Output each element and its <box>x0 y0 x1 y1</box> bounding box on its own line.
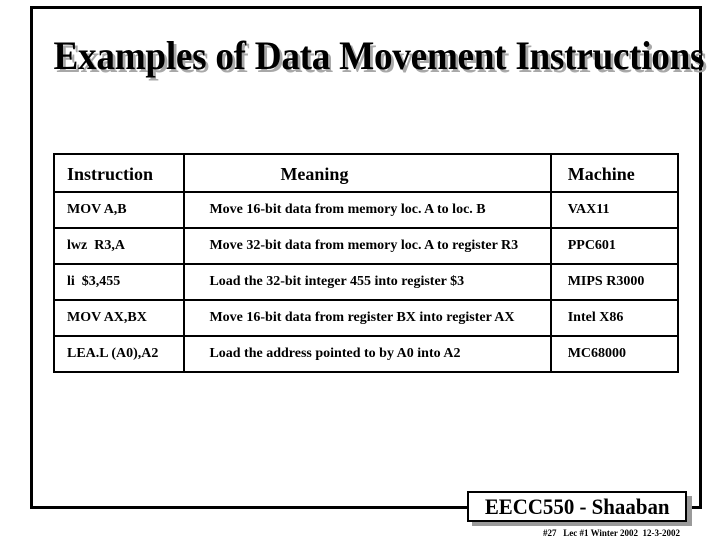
table-row: MOV A,B Move 16-bit data from memory loc… <box>52 191 680 229</box>
cell-instruction: LEA.L (A0),A2 <box>52 335 186 373</box>
table-row: li $3,455 Load the 32-bit integer 455 in… <box>52 263 680 301</box>
cell-instruction: MOV A,B <box>52 191 186 229</box>
course-badge: EECC550 - Shaaban <box>467 491 687 522</box>
header-machine: Machine <box>549 153 680 193</box>
cell-instruction: lwz R3,A <box>52 227 186 265</box>
cell-meaning: Move 16-bit data from memory loc. A to l… <box>183 191 552 229</box>
cell-machine: VAX11 <box>549 191 680 229</box>
slide-title: Examples of Data Movement Instructions <box>53 33 705 78</box>
table-row: lwz R3,A Move 32-bit data from memory lo… <box>52 227 680 265</box>
cell-machine: MIPS R3000 <box>549 263 680 301</box>
table-row: MOV AX,BX Move 16-bit data from register… <box>52 299 680 337</box>
table-header-row: Instruction Meaning Machine <box>52 153 680 193</box>
slide-footer-info: #27 Lec #1 Winter 2002 12-3-2002 <box>543 528 680 538</box>
table-row: LEA.L (A0),A2 Load the address pointed t… <box>52 335 680 373</box>
cell-machine: Intel X86 <box>549 299 680 337</box>
header-instruction: Instruction <box>52 153 186 193</box>
cell-meaning: Load the 32-bit integer 455 into registe… <box>183 263 552 301</box>
cell-machine: MC68000 <box>549 335 680 373</box>
cell-machine: PPC601 <box>549 227 680 265</box>
cell-meaning: Load the address pointed to by A0 into A… <box>183 335 552 373</box>
cell-instruction: MOV AX,BX <box>52 299 186 337</box>
cell-meaning: Move 32-bit data from memory loc. A to r… <box>183 227 552 265</box>
cell-meaning: Move 16-bit data from register BX into r… <box>183 299 552 337</box>
header-meaning: Meaning <box>183 153 552 193</box>
cell-instruction: li $3,455 <box>52 263 186 301</box>
instructions-table: Instruction Meaning Machine MOV A,B Move… <box>52 153 680 373</box>
course-badge-label: EECC550 - Shaaban <box>484 494 670 519</box>
